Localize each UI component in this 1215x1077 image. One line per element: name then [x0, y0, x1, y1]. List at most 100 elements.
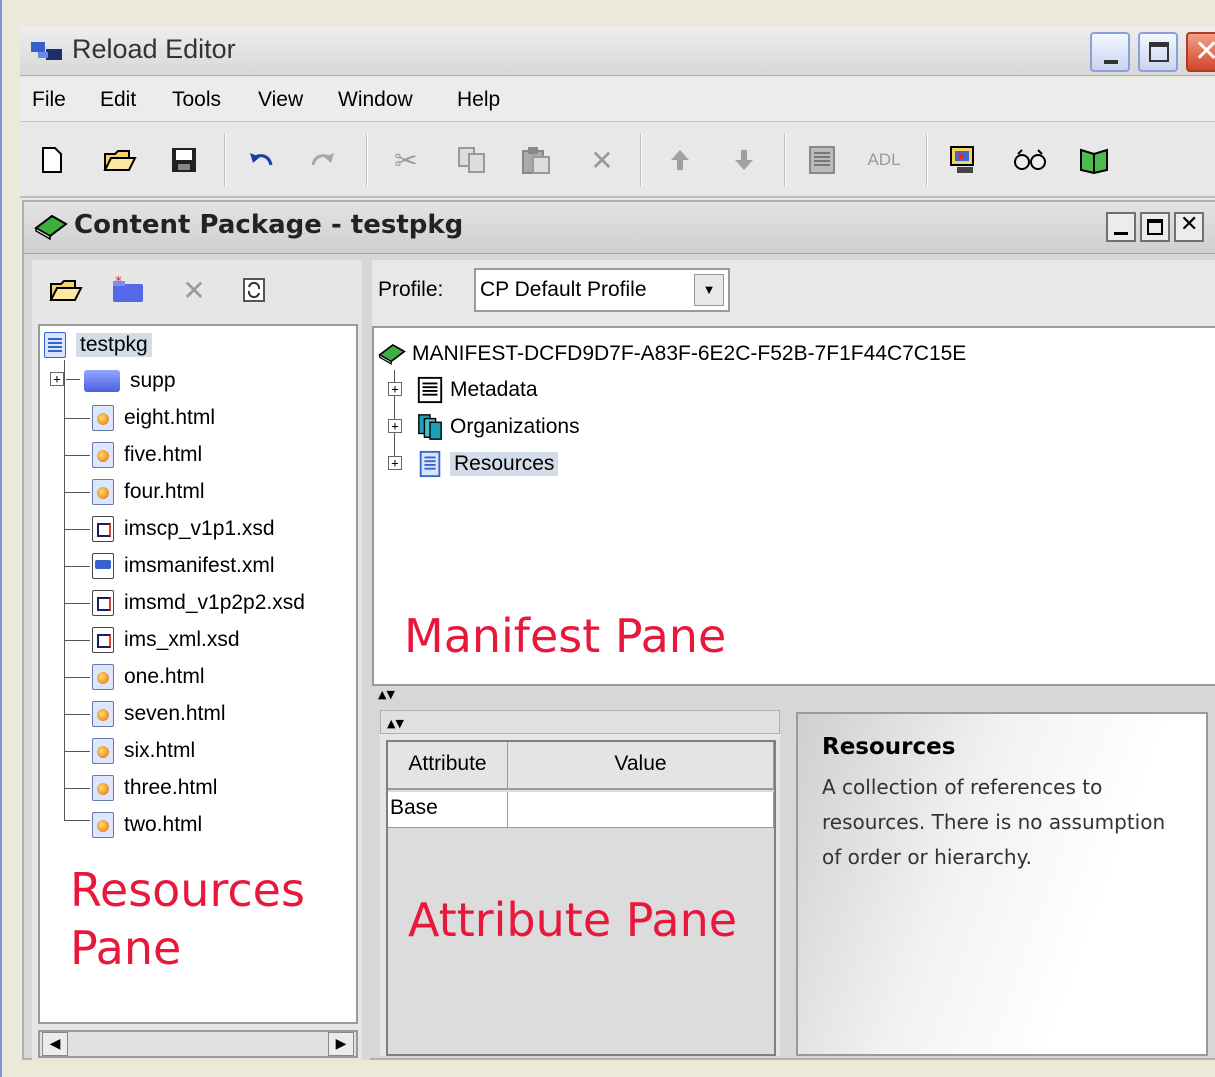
manifest-icon — [378, 343, 406, 365]
organizations-icon — [418, 414, 442, 440]
manifest-node-resources[interactable]: Resources — [416, 448, 559, 480]
list-item-label: imsmd_v1p2p2.xsd — [124, 591, 305, 614]
list-item[interactable]: six.html — [92, 736, 195, 766]
manifest-root[interactable]: MANIFEST-DCFD9D7F-A83F-6E2C-F52B-7F1F44C… — [378, 338, 966, 370]
help-description: A collection of references to resources.… — [822, 775, 1166, 869]
menu-view[interactable]: View — [258, 88, 303, 112]
xml-file-icon — [92, 553, 114, 579]
menu-edit[interactable]: Edit — [100, 88, 136, 112]
copy-icon[interactable] — [452, 140, 492, 180]
move-down-icon[interactable] — [724, 140, 764, 180]
frame-minimize-button[interactable] — [1106, 212, 1136, 242]
horizontal-scrollbar[interactable]: ◀ ▶ — [38, 1030, 358, 1058]
close-icon: ✕ — [1180, 212, 1199, 237]
resources-icon — [419, 450, 441, 478]
delete-icon[interactable]: ✕ — [582, 140, 622, 180]
manifest-node-label: Organizations — [450, 415, 580, 438]
tree-root[interactable]: testpkg — [44, 330, 152, 360]
menu-file[interactable]: File — [32, 88, 66, 112]
view-icon[interactable] — [1010, 140, 1050, 180]
undo-icon[interactable] — [242, 140, 282, 180]
attribute-table: Attribute Value Base Attribute Pane — [386, 740, 776, 1056]
minimize-button[interactable] — [1090, 32, 1130, 72]
save-icon[interactable] — [164, 140, 204, 180]
menu-window[interactable]: Window — [338, 88, 413, 112]
list-item[interactable]: five.html — [92, 440, 202, 470]
open-folder-icon[interactable] — [100, 140, 140, 180]
adl-icon[interactable]: ADL — [864, 140, 904, 180]
list-item[interactable]: ims_xml.xsd — [92, 625, 240, 655]
list-item[interactable]: seven.html — [92, 699, 226, 729]
expand-icon[interactable]: + — [388, 419, 402, 433]
content-package-frame: Content Package - testpkg ✕ * ✕ testpkg … — [22, 200, 1215, 1060]
metadata-icon — [417, 376, 443, 404]
value-cell[interactable] — [508, 792, 774, 828]
menu-help[interactable]: Help — [457, 88, 500, 112]
list-item-label: supp — [130, 369, 176, 392]
list-item[interactable]: supp — [84, 366, 176, 396]
column-header-attribute[interactable]: Attribute — [388, 742, 508, 790]
redo-icon[interactable] — [302, 140, 342, 180]
close-button[interactable]: ✕ — [1186, 32, 1215, 72]
preview-icon[interactable] — [944, 140, 984, 180]
column-header-value[interactable]: Value — [508, 742, 774, 790]
move-up-icon[interactable] — [660, 140, 700, 180]
book-icon[interactable] — [1074, 140, 1114, 180]
collapse-icon[interactable]: ▲▼ — [378, 688, 395, 701]
list-item-label: seven.html — [124, 702, 226, 725]
collapse-icon[interactable]: ▲▼ — [387, 717, 404, 730]
list-item[interactable]: imsmanifest.xml — [92, 551, 275, 581]
chevron-down-icon[interactable]: ▼ — [694, 274, 724, 306]
vertical-splitter[interactable] — [362, 260, 370, 1060]
manifest-pane: MANIFEST-DCFD9D7F-A83F-6E2C-F52B-7F1F44C… — [372, 326, 1215, 686]
folder-icon — [84, 370, 120, 392]
list-item[interactable]: eight.html — [92, 403, 215, 433]
scroll-left-icon[interactable]: ◀ — [42, 1032, 68, 1056]
metadata-icon[interactable] — [802, 140, 842, 180]
expand-icon[interactable]: + — [388, 382, 402, 396]
new-file-icon[interactable] — [32, 140, 72, 180]
profile-label: Profile: — [378, 278, 444, 301]
list-item[interactable]: imscp_v1p1.xsd — [92, 514, 275, 544]
expand-icon[interactable]: + — [50, 372, 64, 386]
scroll-right-icon[interactable]: ▶ — [328, 1032, 354, 1056]
content-package-icon — [34, 214, 68, 240]
expand-icon[interactable]: + — [388, 456, 402, 470]
html-file-icon — [92, 775, 114, 801]
delete-icon[interactable]: ✕ — [174, 270, 214, 310]
frame-maximize-button[interactable] — [1140, 212, 1170, 242]
frame-title-bar: Content Package - testpkg ✕ — [24, 202, 1215, 254]
open-folder-icon[interactable] — [46, 270, 86, 310]
manifest-root-label: MANIFEST-DCFD9D7F-A83F-6E2C-F52B-7F1F44C… — [412, 342, 967, 365]
profile-select[interactable]: CP Default Profile ▼ — [474, 268, 730, 312]
list-item-label: five.html — [124, 443, 203, 466]
list-item[interactable]: one.html — [92, 662, 205, 692]
title-bar: Reload Editor ✕ — [20, 26, 1215, 76]
xsd-file-icon — [92, 590, 114, 616]
profile-select-value: CP Default Profile — [480, 278, 647, 301]
list-item-label: eight.html — [124, 406, 216, 429]
new-folder-icon[interactable]: * — [108, 270, 148, 310]
window-title: Reload Editor — [72, 34, 236, 64]
resources-tree: testpkg + supp eight.html five.html four… — [38, 324, 358, 1024]
attribute-cell[interactable]: Base — [388, 792, 508, 828]
list-item[interactable]: three.html — [92, 773, 217, 803]
menu-tools[interactable]: Tools — [172, 88, 221, 112]
manifest-node-organizations[interactable]: Organizations — [416, 411, 580, 443]
frame-title: Content Package - testpkg — [74, 210, 464, 240]
paste-icon[interactable] — [516, 140, 556, 180]
list-item[interactable]: two.html — [92, 810, 202, 840]
refresh-icon[interactable] — [234, 270, 274, 310]
manifest-node-metadata[interactable]: Metadata — [416, 374, 538, 406]
horizontal-splitter[interactable]: ▲▼ — [372, 686, 1215, 710]
help-title: Resources — [822, 734, 956, 760]
maximize-button[interactable] — [1138, 32, 1178, 72]
list-item[interactable]: imsmd_v1p2p2.xsd — [92, 588, 305, 618]
attribute-pane-annotation: Attribute Pane — [408, 893, 738, 947]
list-item[interactable]: four.html — [92, 477, 205, 507]
cut-icon[interactable]: ✂ — [386, 140, 426, 180]
list-item-label: four.html — [124, 480, 205, 503]
frame-close-button[interactable]: ✕ — [1174, 212, 1204, 242]
tree-root-label: testpkg — [76, 333, 152, 357]
html-file-icon — [92, 738, 114, 764]
